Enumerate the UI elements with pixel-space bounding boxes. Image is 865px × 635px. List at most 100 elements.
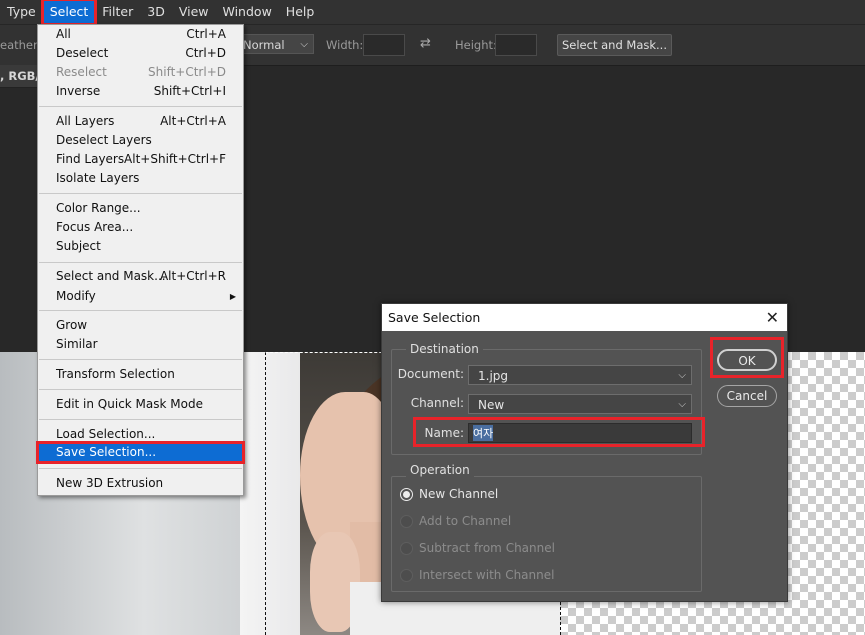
height-input[interactable] (495, 34, 537, 56)
ok-button[interactable]: OK (717, 349, 777, 371)
operation-group-title: Operation (406, 463, 474, 477)
menu-item-inverse[interactable]: Inverse Shift+Ctrl+I (38, 82, 243, 101)
menu-item-label: Find Layers (56, 152, 125, 166)
menu-item-shortcut: Ctrl+D (185, 46, 226, 60)
menu-item-reselect: Reselect Shift+Ctrl+D (38, 63, 243, 82)
menu-item-label: Isolate Layers (56, 171, 140, 185)
radio-add-to-channel-label: Add to Channel (419, 514, 512, 528)
destination-group-title: Destination (406, 342, 483, 356)
menu-help[interactable]: Help (279, 0, 322, 24)
feather-label: eather: (0, 38, 42, 52)
swap-icon[interactable]: ⇄ (420, 36, 436, 52)
menu-item-label: Reselect (56, 65, 107, 79)
dialog-title: Save Selection (388, 310, 481, 325)
menu-item-select-and-mask[interactable]: Select and Mask... Alt+Ctrl+R (38, 267, 243, 286)
name-value: 여자 (473, 425, 494, 441)
menu-item-load-selection[interactable]: Load Selection... (38, 425, 243, 444)
menu-item-similar[interactable]: Similar (38, 335, 243, 354)
radio-new-channel[interactable] (400, 488, 413, 501)
menu-item-deselect-layers[interactable]: Deselect Layers (38, 131, 243, 150)
radio-add-to-channel (400, 515, 413, 528)
width-label: Width: (326, 38, 364, 52)
menu-item-grow[interactable]: Grow (38, 316, 243, 335)
menu-item-shortcut: Shift+Ctrl+I (153, 84, 226, 98)
menu-item-label: Load Selection... (56, 427, 156, 441)
style-select[interactable]: Normal ⌵ (236, 34, 314, 54)
document-label: Document: (397, 367, 464, 381)
radio-intersect-with-channel-label: Intersect with Channel (419, 568, 555, 582)
name-input[interactable]: 여자 (468, 423, 692, 443)
menu-separator (39, 262, 242, 263)
dialog-title-bar[interactable]: Save Selection ✕ (382, 304, 787, 331)
menu-item-shortcut: Ctrl+A (186, 27, 226, 41)
menu-item-label: Save Selection... (56, 445, 157, 459)
name-label: Name: (424, 426, 464, 440)
menu-item-label: Subject (56, 239, 101, 253)
menu-item-label: Deselect Layers (56, 133, 152, 147)
menu-view[interactable]: View (172, 0, 216, 24)
menu-item-focus-area[interactable]: Focus Area... (38, 218, 243, 237)
menu-item-color-range[interactable]: Color Range... (38, 199, 243, 218)
menu-separator (39, 389, 242, 390)
chevron-down-icon: ⌵ (300, 39, 308, 50)
menu-item-all[interactable]: All Ctrl+A (38, 25, 243, 44)
menu-separator (39, 468, 242, 469)
menu-filter[interactable]: Filter (95, 0, 140, 24)
width-input[interactable] (363, 34, 405, 56)
height-label: Height: (455, 38, 497, 52)
menubar: Type Select Filter 3D View Window Help (0, 0, 865, 26)
menu-item-label: Edit in Quick Mask Mode (56, 397, 203, 411)
menu-item-label: New 3D Extrusion (56, 476, 164, 490)
cancel-button[interactable]: Cancel (717, 385, 777, 407)
menu-item-transform-selection[interactable]: Transform Selection (38, 365, 243, 384)
channel-value: New (478, 398, 505, 412)
menu-separator (39, 193, 242, 194)
chevron-down-icon: ⌵ (678, 370, 686, 381)
menu-item-shortcut: Alt+Ctrl+R (159, 269, 226, 283)
radio-subtract-from-channel-label: Subtract from Channel (419, 541, 555, 555)
menu-item-label: All Layers (56, 114, 115, 128)
menu-item-label: Grow (56, 318, 88, 332)
chevron-down-icon: ⌵ (678, 399, 686, 410)
menu-item-all-layers[interactable]: All Layers Alt+Ctrl+A (38, 112, 243, 131)
select-and-mask-button[interactable]: Select and Mask... (557, 34, 672, 56)
menu-item-isolate-layers[interactable]: Isolate Layers (38, 169, 243, 188)
radio-intersect-with-channel (400, 569, 413, 582)
menu-item-shortcut: Alt+Ctrl+A (160, 114, 226, 128)
save-selection-dialog: Save Selection ✕ Destination Document: 1… (381, 303, 788, 602)
menu-item-label: Modify (56, 289, 96, 303)
menu-item-modify[interactable]: Modify ▶ (38, 287, 243, 306)
menu-item-label: Deselect (56, 46, 109, 60)
menu-3d[interactable]: 3D (140, 0, 172, 24)
channel-label: Channel: (410, 396, 464, 410)
menu-separator (39, 359, 242, 360)
menu-item-deselect[interactable]: Deselect Ctrl+D (38, 44, 243, 63)
menu-item-quick-mask[interactable]: Edit in Quick Mask Mode (38, 395, 243, 414)
menu-item-label: Select and Mask... (56, 269, 166, 283)
document-value: 1.jpg (478, 369, 509, 383)
document-select[interactable]: 1.jpg ⌵ (468, 365, 692, 385)
menu-window[interactable]: Window (216, 0, 279, 24)
close-icon[interactable]: ✕ (766, 304, 779, 331)
menu-item-label: Color Range... (56, 201, 141, 215)
menu-item-shortcut: Alt+Shift+Ctrl+F (124, 152, 226, 166)
menu-item-label: Similar (56, 337, 98, 351)
channel-select[interactable]: New ⌵ (468, 394, 692, 414)
menu-item-label: All (56, 27, 71, 41)
menu-select[interactable]: Select (40, 0, 98, 26)
menu-item-save-selection[interactable]: Save Selection... (36, 441, 245, 464)
menu-item-label: Transform Selection (56, 367, 175, 381)
style-value: Normal (243, 38, 285, 52)
submenu-arrow-icon: ▶ (229, 292, 236, 301)
menu-item-find-layers[interactable]: Find Layers Alt+Shift+Ctrl+F (38, 150, 243, 169)
photo-highlight (240, 352, 300, 635)
menu-item-subject[interactable]: Subject (38, 237, 243, 256)
menu-item-label: Inverse (56, 84, 101, 98)
select-menu-dropdown: All Ctrl+A Deselect Ctrl+D Reselect Shift+C… (36, 24, 245, 496)
menu-item-shortcut: Shift+Ctrl+D (148, 65, 226, 79)
menu-item-new-3d-extrusion[interactable]: New 3D Extrusion (38, 474, 243, 493)
menu-type[interactable]: Type (0, 0, 43, 24)
menu-separator (39, 106, 242, 107)
menu-item-label: Focus Area... (56, 220, 134, 234)
menu-separator (39, 419, 242, 420)
